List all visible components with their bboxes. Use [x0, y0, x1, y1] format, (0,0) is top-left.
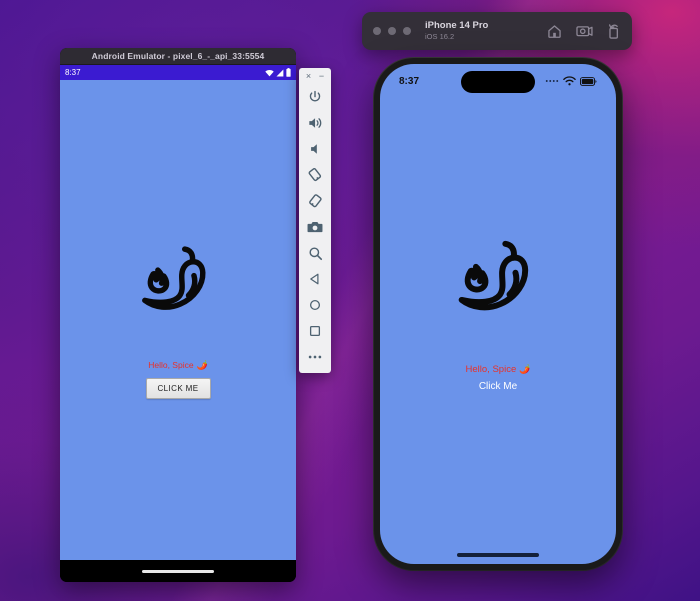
zoom-icon[interactable]: [299, 240, 331, 266]
more-ellipsis-icon[interactable]: [299, 344, 331, 370]
android-app-screen: Hello, Spice 🌶️ CLICK ME: [60, 80, 296, 560]
home-icon[interactable]: [547, 24, 562, 39]
android-status-clock: 8:37: [65, 68, 81, 77]
chili-emoji: 🌶️: [196, 359, 208, 370]
emulator-side-toolbar[interactable]: × −: [299, 68, 331, 373]
back-triangle-icon[interactable]: [299, 266, 331, 292]
home-circle-icon[interactable]: [299, 292, 331, 318]
volume-down-icon[interactable]: [299, 136, 331, 162]
battery-icon: [580, 76, 597, 86]
ios-device-name: iPhone 14 Pro: [425, 20, 489, 32]
iphone-simulator-device[interactable]: 8:37 Hello, Spice 🌶️ Click Me: [374, 58, 622, 570]
android-emulator-title: Android Emulator - pixel_6_-_api_33:5554: [91, 51, 265, 61]
ios-hello-label: Hello, Spice: [465, 364, 517, 375]
power-icon[interactable]: [299, 84, 331, 110]
android-navigation-bar: [60, 560, 296, 582]
android-status-icons: [265, 68, 291, 77]
minimize-icon[interactable]: [388, 27, 396, 35]
maximize-icon[interactable]: [403, 27, 411, 35]
overview-square-icon[interactable]: [299, 318, 331, 344]
ios-app-screen: 8:37 Hello, Spice 🌶️ Click Me: [380, 64, 616, 564]
rotate-icon[interactable]: [607, 23, 621, 39]
ios-simulator-titlebar[interactable]: iPhone 14 Pro iOS 16.2: [362, 12, 632, 50]
battery-icon: [286, 68, 291, 77]
android-click-me-button[interactable]: CLICK ME: [145, 377, 211, 399]
screenshot-icon[interactable]: [576, 24, 593, 38]
chili-emoji: 🌶️: [519, 364, 531, 374]
ios-hello-text: Hello, Spice 🌶️: [466, 364, 531, 375]
chili-pepper-logo: [142, 245, 206, 310]
wifi-icon: [265, 69, 274, 76]
wifi-icon: [563, 76, 576, 86]
emulator-window-buttons: × −: [299, 68, 331, 84]
close-icon[interactable]: [373, 27, 381, 35]
android-hello-label: Hello, Spice: [148, 360, 194, 370]
ios-status-clock: 8:37: [399, 75, 420, 87]
cellular-dots-icon: [545, 80, 559, 82]
dynamic-island: [461, 71, 535, 93]
android-hello-text: Hello, Spice 🌶️: [148, 360, 208, 371]
cellular-signal-icon: [276, 68, 284, 76]
rotate-left-icon[interactable]: [299, 162, 331, 188]
minimize-icon[interactable]: −: [319, 71, 324, 81]
traffic-light-buttons[interactable]: [373, 27, 411, 35]
ios-click-me-button[interactable]: Click Me: [479, 381, 517, 392]
gesture-pill[interactable]: [142, 569, 214, 573]
rotate-right-icon[interactable]: [299, 188, 331, 214]
android-emulator-window[interactable]: Android Emulator - pixel_6_-_api_33:5554…: [60, 48, 296, 582]
desktop-wallpaper: Android Emulator - pixel_6_-_api_33:5554…: [0, 0, 700, 601]
android-status-bar: 8:37: [60, 65, 296, 80]
close-icon[interactable]: ×: [306, 71, 311, 81]
volume-up-icon[interactable]: [299, 110, 331, 136]
home-indicator[interactable]: [457, 553, 539, 557]
ios-status-icons: [545, 76, 597, 86]
android-emulator-titlebar[interactable]: Android Emulator - pixel_6_-_api_33:5554: [60, 48, 296, 65]
ios-simulator-title: iPhone 14 Pro iOS 16.2: [425, 20, 547, 41]
ios-titlebar-actions: [547, 23, 621, 39]
screenshot-camera-icon[interactable]: [299, 214, 331, 240]
chili-pepper-logo: [458, 240, 529, 311]
ios-os-version: iOS 16.2: [425, 32, 455, 42]
